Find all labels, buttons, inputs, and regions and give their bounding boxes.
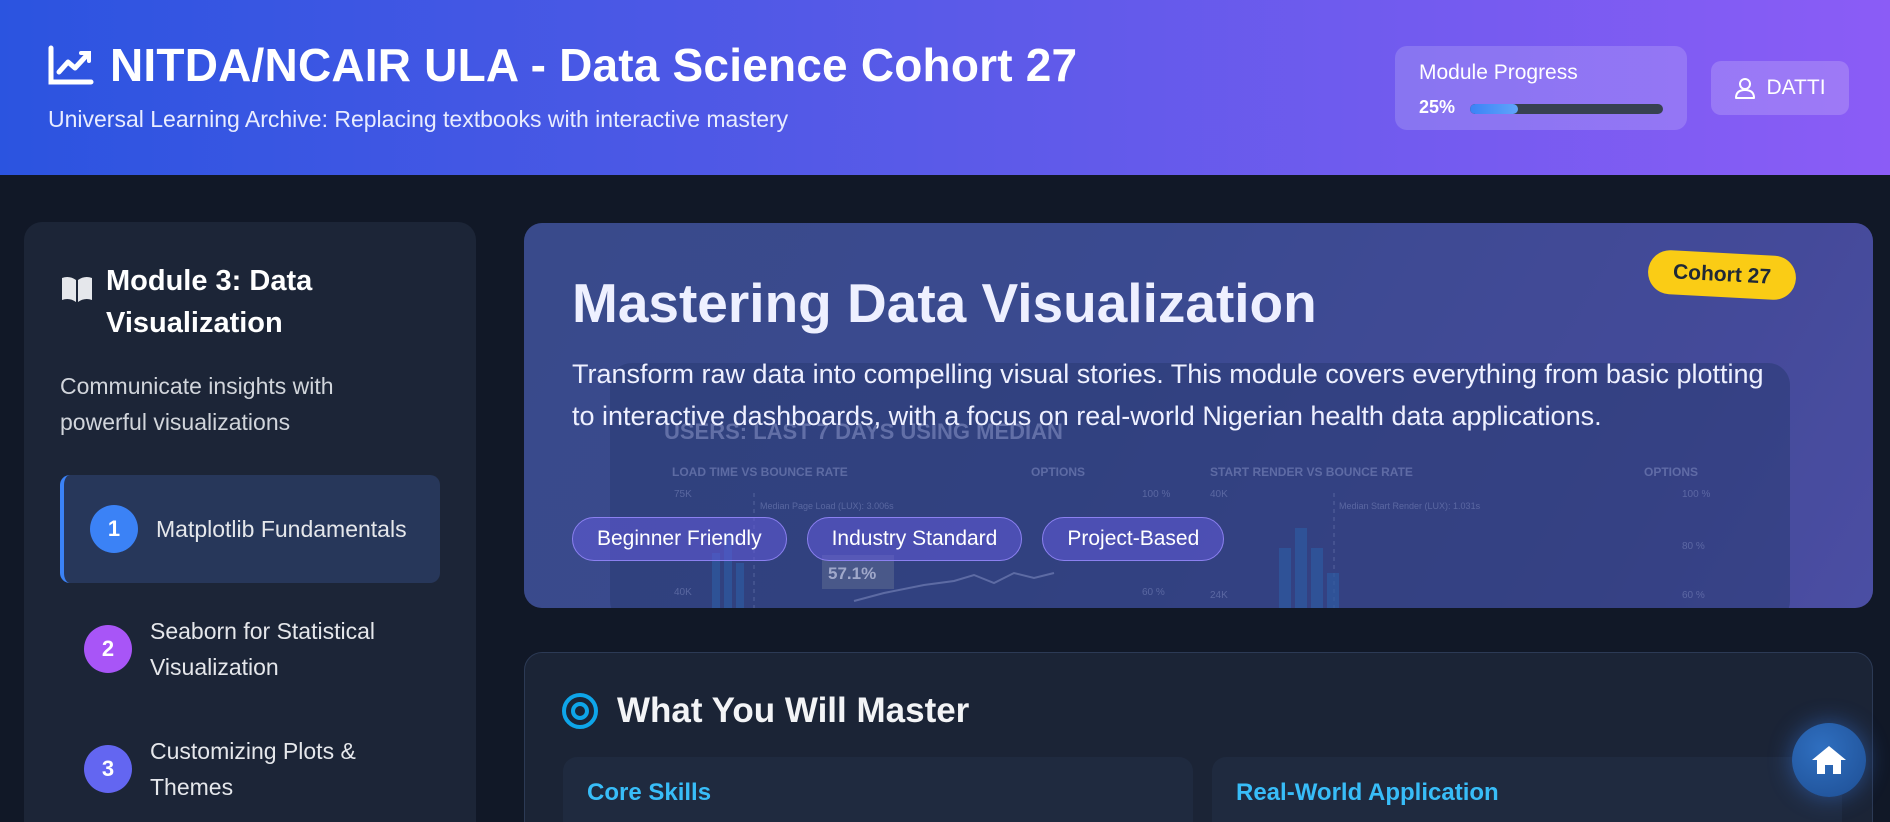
core-skills-title: Core Skills: [587, 779, 712, 806]
module-sidebar: Module 3: Data Visualization Communicate…: [24, 222, 476, 822]
cohort-badge: Cohort 27: [1646, 249, 1798, 301]
module-description: Communicate insights with powerful visua…: [60, 373, 334, 435]
lesson-item-1[interactable]: 1 Matplotlib Fundamentals: [60, 475, 440, 583]
bg-tick-75k: 75K: [674, 489, 692, 500]
chart-line-icon: [48, 45, 94, 85]
module-progress-card: Module Progress 25%: [1395, 46, 1687, 130]
user-icon: [1735, 78, 1756, 99]
bg-tick-100-right: 100 %: [1682, 489, 1710, 500]
brand: NITDA/NCAIR ULA - Data Science Cohort 27: [48, 38, 1077, 92]
mastery-title: What You Will Master: [617, 691, 970, 730]
progress-bar: [1470, 104, 1663, 114]
lesson-label: Customizing Plots & Themes: [150, 738, 356, 800]
bg-tooltip-value: 57.1%: [828, 564, 876, 583]
lesson-number: 3: [84, 745, 132, 793]
hero-title: Mastering Data Visualization: [572, 272, 1317, 334]
module-title: Module 3: Data Visualization: [106, 265, 313, 339]
user-menu-button[interactable]: DATTI: [1711, 61, 1849, 115]
lesson-number: 1: [90, 505, 138, 553]
lesson-number: 2: [84, 625, 132, 673]
module-header: Module 3: Data Visualization: [60, 260, 406, 344]
bg-tick-24k: 24K: [1210, 590, 1228, 601]
app-header: NITDA/NCAIR ULA - Data Science Cohort 27…: [0, 0, 1890, 175]
app-title: NITDA/NCAIR ULA - Data Science Cohort 27: [110, 39, 1078, 91]
bg-tick-80: 80 %: [1682, 541, 1705, 552]
home-button[interactable]: [1792, 723, 1866, 797]
progress-bar-fill: [1470, 104, 1519, 114]
bg-tick-40k-left: 40K: [674, 587, 692, 598]
bg-panel-left-title: LOAD TIME VS BOUNCE RATE: [672, 465, 848, 479]
progress-percent: 25%: [1419, 97, 1456, 117]
bg-panel-right-title: START RENDER VS BOUNCE RATE: [1210, 465, 1413, 479]
bg-tick-60: 60 %: [1142, 587, 1165, 598]
hero-tags: Beginner Friendly Industry Standard Proj…: [572, 517, 1225, 561]
lesson-label: Seaborn for Statistical Visualization: [150, 618, 376, 680]
lesson-item-3[interactable]: 3 Customizing Plots & Themes: [60, 715, 440, 822]
bg-tick-40k: 40K: [1210, 489, 1228, 500]
core-skills-card: Core Skills: [563, 757, 1193, 822]
bg-median-left: Median Page Load (LUX): 3.006s: [760, 501, 894, 511]
bg-options-left: OPTIONS: [1031, 465, 1085, 479]
user-name: DATTI: [1766, 76, 1826, 99]
book-open-icon: [62, 276, 92, 302]
mastery-header: What You Will Master: [561, 691, 969, 731]
real-world-card: Real-World Application: [1212, 757, 1842, 822]
target-icon: [562, 693, 598, 729]
progress-label: Module Progress: [1419, 61, 1578, 84]
bg-median-right: Median Start Render (LUX): 1.031s: [1339, 501, 1481, 511]
lesson-item-2[interactable]: 2 Seaborn for Statistical Visualization: [60, 595, 440, 703]
tag-industry-standard: Industry Standard: [806, 517, 1023, 561]
home-icon: [1812, 746, 1846, 774]
tag-project-based: Project-Based: [1042, 517, 1225, 561]
bg-tick-60-right: 60 %: [1682, 590, 1705, 601]
mastery-section: What You Will Master Core Skills Real-Wo…: [524, 652, 1873, 822]
bg-tick-100-left: 100 %: [1142, 489, 1170, 500]
hero-description: Transform raw data into compelling visua…: [572, 359, 1764, 431]
lesson-label: Matplotlib Fundamentals: [156, 516, 407, 542]
bg-options-right: OPTIONS: [1644, 465, 1698, 479]
tag-beginner-friendly: Beginner Friendly: [572, 517, 787, 561]
app-subtitle: Universal Learning Archive: Replacing te…: [48, 106, 789, 132]
real-world-title: Real-World Application: [1236, 779, 1499, 806]
